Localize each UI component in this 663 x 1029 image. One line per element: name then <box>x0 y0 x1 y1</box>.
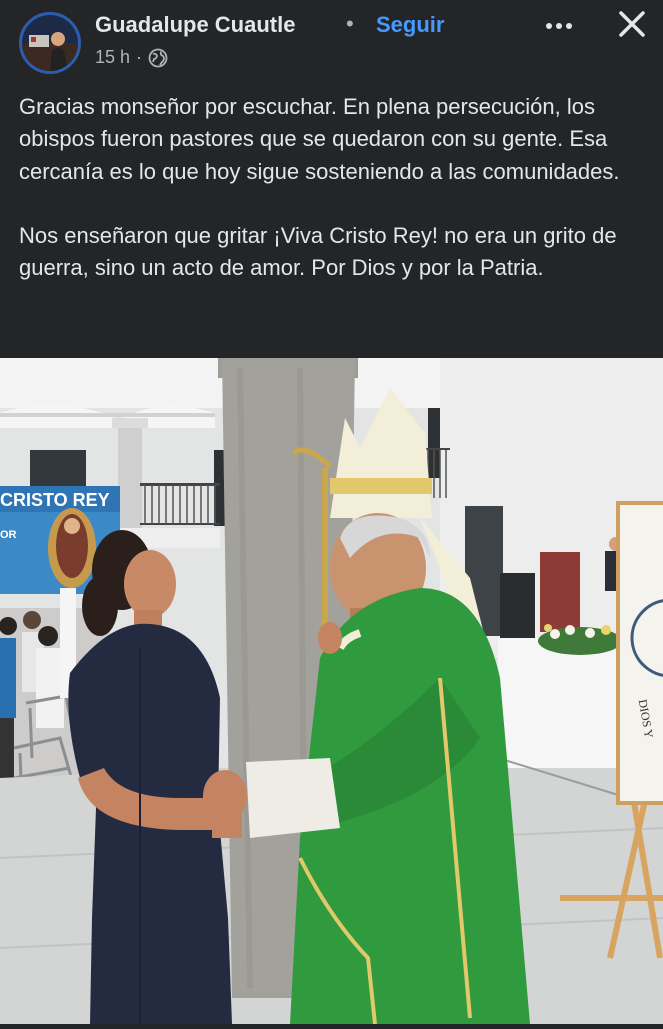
post-paragraph-1: Gracias monseñor por escuchar. En plena … <box>19 94 620 184</box>
follow-button[interactable]: Seguir <box>376 12 444 38</box>
globe-icon[interactable] <box>148 48 168 68</box>
close-icon <box>619 11 645 37</box>
post-header: Guadalupe Cuautle • Seguir 15 h · <box>0 0 663 84</box>
flower-arrangement <box>538 624 622 655</box>
close-button[interactable] <box>616 8 648 40</box>
post-paragraph-2: Nos enseñaron que gritar ¡Viva Cristo Re… <box>19 222 617 281</box>
banner-subtext: OR <box>0 529 17 541</box>
more-horizontal-icon <box>546 23 572 29</box>
more-options-button[interactable] <box>543 14 575 38</box>
author-name[interactable]: Guadalupe Cuautle <box>95 12 295 38</box>
post-time[interactable]: 15 h <box>95 47 130 68</box>
photo-scene: CRISTO REY OR DIOS Y <box>0 358 663 1025</box>
banner-text: CRISTO REY <box>0 490 110 510</box>
separator-dot: • <box>346 11 354 36</box>
time-separator: · <box>136 47 143 67</box>
post-meta: 15 h · <box>95 47 168 68</box>
avatar-image <box>22 15 78 71</box>
post-body: Gracias monseñor por escuchar. En plena … <box>19 91 649 284</box>
avatar[interactable] <box>19 12 81 74</box>
post-photo[interactable]: CRISTO REY OR DIOS Y <box>0 358 663 1025</box>
